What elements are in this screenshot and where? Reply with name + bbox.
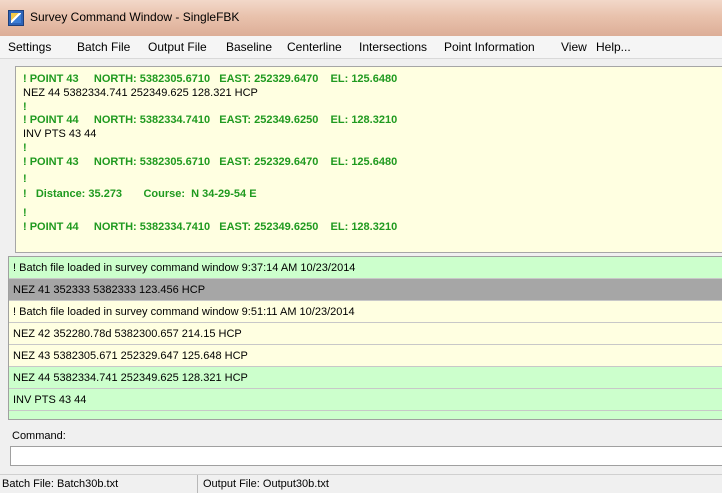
command-label: Command: bbox=[12, 430, 66, 442]
output-line: ! POINT 43 NORTH: 5382305.6710 EAST: 252… bbox=[23, 73, 398, 85]
batch-row[interactable]: NEZ 43 5382305.671 252329.647 125.648 HC… bbox=[9, 345, 722, 367]
output-line: INV PTS 43 44 bbox=[23, 128, 97, 140]
batch-row-selected[interactable]: NEZ 41 352333 5382333 123.456 HCP bbox=[9, 279, 722, 301]
batch-row[interactable]: INV PTS 43 44 bbox=[9, 389, 722, 411]
menu-point-information[interactable]: Point Information bbox=[444, 40, 535, 54]
batch-row[interactable]: NEZ 44 5382334.741 252349.625 128.321 HC… bbox=[9, 367, 722, 389]
menu-output-file[interactable]: Output File bbox=[148, 40, 207, 54]
output-line: ! POINT 44 NORTH: 5382334.7410 EAST: 252… bbox=[23, 114, 398, 126]
batch-row[interactable]: ! Batch file loaded in survey command wi… bbox=[9, 257, 722, 279]
menu-intersections[interactable]: Intersections bbox=[359, 40, 427, 54]
output-line: ! POINT 43 NORTH: 5382305.6710 EAST: 252… bbox=[23, 156, 398, 168]
batch-row[interactable]: NEZ 42 352280.78d 5382300.657 214.15 HCP bbox=[9, 323, 722, 345]
menu-centerline[interactable]: Centerline bbox=[287, 40, 342, 54]
status-batch-file: Batch File: Batch30b.txt bbox=[0, 475, 198, 493]
title-bar: Survey Command Window - SingleFBK bbox=[0, 0, 722, 36]
output-line: NEZ 44 5382334.741 252349.625 128.321 HC… bbox=[23, 87, 258, 99]
command-input[interactable] bbox=[10, 446, 722, 466]
window-title: Survey Command Window - SingleFBK bbox=[30, 10, 240, 24]
output-line: ! Distance: 35.273 Course: N 34-29-54 E bbox=[23, 188, 257, 200]
output-line: ! bbox=[23, 142, 27, 154]
app-icon bbox=[8, 10, 24, 26]
menu-baseline[interactable]: Baseline bbox=[226, 40, 272, 54]
batch-list[interactable]: ! Batch file loaded in survey command wi… bbox=[8, 256, 722, 420]
menu-settings[interactable]: Settings bbox=[8, 40, 51, 54]
status-bar: Batch File: Batch30b.txt Output File: Ou… bbox=[0, 474, 722, 493]
status-output-file: Output File: Output30b.txt bbox=[203, 478, 329, 490]
output-line: ! bbox=[23, 101, 27, 113]
batch-row[interactable] bbox=[9, 411, 722, 419]
output-line: ! bbox=[23, 173, 27, 185]
output-panel[interactable]: ! POINT 43 NORTH: 5382305.6710 EAST: 252… bbox=[15, 66, 722, 253]
output-line: ! POINT 44 NORTH: 5382334.7410 EAST: 252… bbox=[23, 221, 398, 233]
batch-row[interactable]: ! Batch file loaded in survey command wi… bbox=[9, 301, 722, 323]
menu-help[interactable]: Help... bbox=[596, 40, 631, 54]
output-line: ! bbox=[23, 207, 27, 219]
menu-batch-file[interactable]: Batch File bbox=[77, 40, 130, 54]
menu-bar: Settings Batch File Output File Baseline… bbox=[0, 36, 722, 59]
menu-view[interactable]: View bbox=[561, 40, 587, 54]
